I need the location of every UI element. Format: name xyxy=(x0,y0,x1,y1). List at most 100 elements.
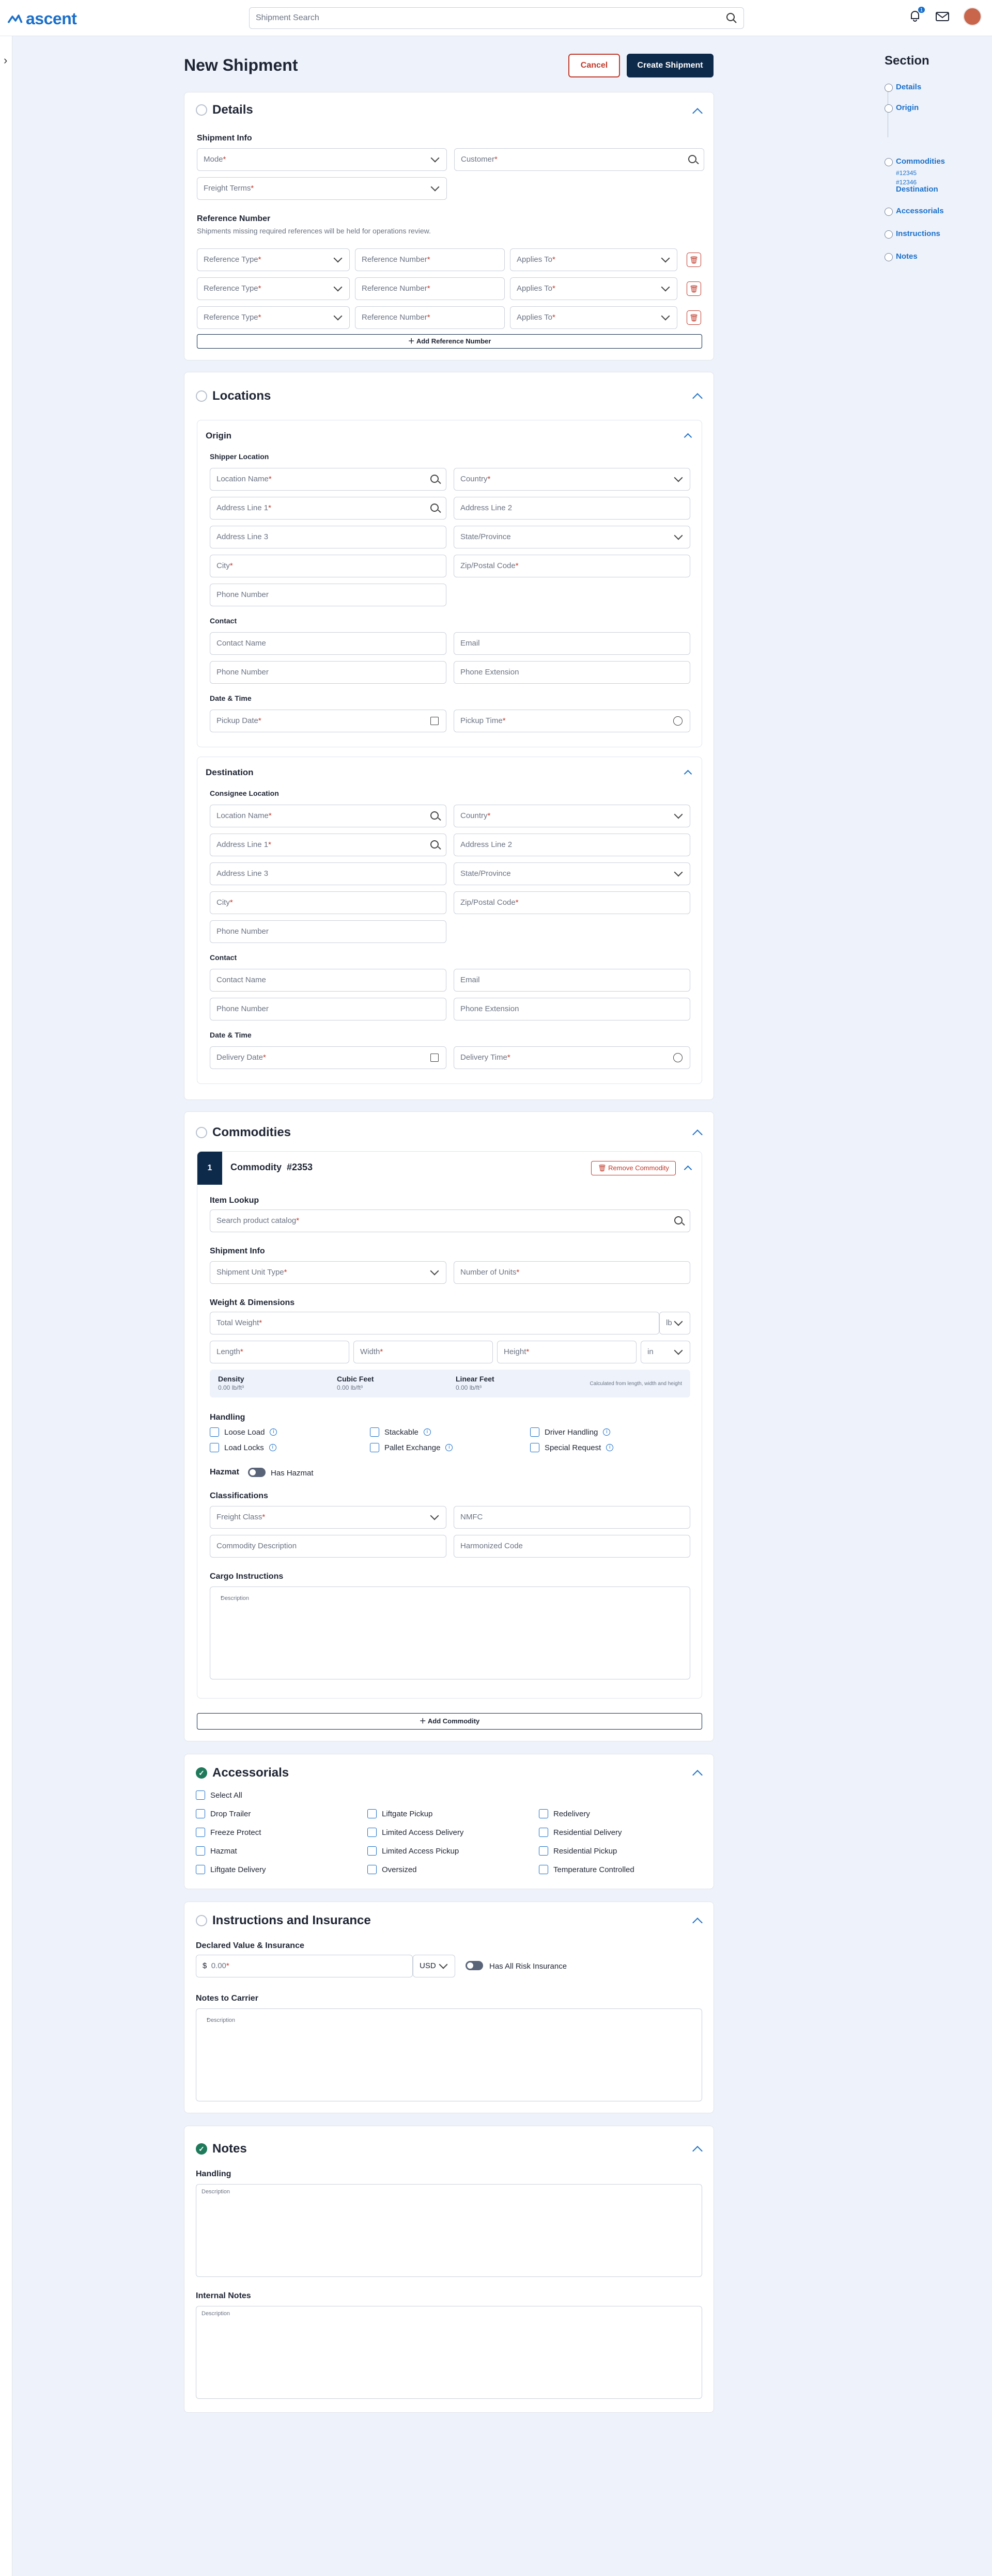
country-select[interactable]: Country* xyxy=(454,805,690,827)
app-logo[interactable]: ascent xyxy=(7,9,77,28)
weight-unit-select[interactable]: lb xyxy=(659,1312,690,1334)
accessorial-liftgate-pickup-checkbox[interactable]: Liftgate Pickup xyxy=(367,1809,432,1818)
locations-header[interactable]: Locations xyxy=(196,389,271,403)
contact-phone-input[interactable]: Phone Number xyxy=(210,661,446,684)
details-header[interactable]: Details xyxy=(196,103,253,117)
phone-number-input[interactable]: Phone Number xyxy=(210,920,446,943)
mode-select[interactable]: Mode* xyxy=(197,148,447,171)
reference-type-select[interactable]: Reference Type* xyxy=(197,277,350,300)
nav-item-accessorials[interactable]: Accessorials xyxy=(885,207,944,218)
city-input[interactable]: City* xyxy=(210,891,446,914)
handling-special-request-checkbox[interactable]: Special Request i xyxy=(530,1443,614,1452)
city-input[interactable]: City* xyxy=(210,555,446,577)
collapse-instructions-chevron-icon[interactable] xyxy=(692,1915,704,1926)
harmonized-code-input[interactable]: Harmonized Code xyxy=(454,1535,690,1558)
zip-input[interactable]: Zip/Postal Code* xyxy=(454,555,690,577)
address-line-3-input[interactable]: Address Line 3 xyxy=(210,526,446,548)
address-line-3-input[interactable]: Address Line 3 xyxy=(210,862,446,885)
clock-icon[interactable] xyxy=(673,716,683,726)
reference-number-input[interactable]: Reference Number* xyxy=(355,277,505,300)
currency-select[interactable]: USD xyxy=(413,1955,455,1977)
height-input[interactable]: Height* xyxy=(497,1341,637,1363)
search-icon[interactable] xyxy=(430,504,439,512)
search-icon[interactable] xyxy=(674,1216,683,1224)
applies-to-select[interactable]: Applies To* xyxy=(510,277,677,300)
accessorial-liftgate-delivery-checkbox[interactable]: Liftgate Delivery xyxy=(196,1865,266,1874)
email-input[interactable]: Email xyxy=(454,632,690,655)
accessorial-limited-access-delivery-checkbox[interactable]: Limited Access Delivery xyxy=(367,1828,463,1837)
reference-type-select[interactable]: Reference Type* xyxy=(197,306,350,329)
user-avatar[interactable] xyxy=(963,7,982,26)
contact-name-input[interactable]: Contact Name xyxy=(210,632,446,655)
handling-pallet-exchange-checkbox[interactable]: Pallet Exchange i xyxy=(370,1443,453,1452)
location-name-input[interactable]: Location Name* xyxy=(210,468,446,491)
applies-to-select[interactable]: Applies To* xyxy=(510,248,677,271)
contact-phone-input[interactable]: Phone Number xyxy=(210,998,446,1020)
collapse-details-chevron-icon[interactable] xyxy=(692,106,704,116)
address-line-2-input[interactable]: Address Line 2 xyxy=(454,497,690,520)
collapse-destination-chevron-icon[interactable] xyxy=(684,768,692,777)
calendar-icon[interactable] xyxy=(430,717,439,725)
address-line-1-input[interactable]: Address Line 1* xyxy=(210,497,446,520)
length-input[interactable]: Length* xyxy=(210,1341,349,1363)
search-icon[interactable] xyxy=(726,12,737,24)
nav-item-origin[interactable]: Origin xyxy=(885,103,919,115)
declared-value-input[interactable]: $ 0.00* xyxy=(196,1955,413,1977)
nav-item-instructions[interactable]: Instructions xyxy=(885,229,940,241)
phone-extension-input[interactable]: Phone Extension xyxy=(454,661,690,684)
zip-input[interactable]: Zip/Postal Code* xyxy=(454,891,690,914)
accessorial-residential-delivery-checkbox[interactable]: Residential Delivery xyxy=(539,1828,622,1837)
notes-to-carrier-textarea[interactable]: Description * xyxy=(196,2008,702,2101)
email-input[interactable]: Email xyxy=(454,969,690,992)
contact-name-input[interactable]: Contact Name xyxy=(210,969,446,992)
handling-notes-textarea[interactable]: Description xyxy=(196,2184,702,2277)
nmfc-input[interactable]: NMFC xyxy=(454,1506,690,1529)
number-of-units-input[interactable]: Number of Units* xyxy=(454,1261,690,1284)
handling-stackable-checkbox[interactable]: Stackable i xyxy=(370,1427,431,1437)
accessorial-limited-access-pickup-checkbox[interactable]: Limited Access Pickup xyxy=(367,1846,459,1856)
accessorial-residential-pickup-checkbox[interactable]: Residential Pickup xyxy=(539,1846,617,1856)
customer-input[interactable]: Customer* xyxy=(454,148,704,171)
nav-item-details[interactable]: Details xyxy=(885,83,921,94)
create-shipment-button[interactable]: Create Shipment xyxy=(627,54,714,77)
notes-header[interactable]: ✓ Notes xyxy=(196,2142,247,2156)
handling-load-locks-checkbox[interactable]: Load Locks i xyxy=(210,1443,276,1452)
nav-item-commodities[interactable]: Commodities xyxy=(885,157,945,168)
accessorial-oversized-checkbox[interactable]: Oversized xyxy=(367,1865,417,1874)
expand-sidebar-chevron-icon[interactable]: › xyxy=(4,54,7,67)
state-select[interactable]: State/Province xyxy=(454,862,690,885)
pickup-time-input[interactable]: Pickup Time* xyxy=(454,710,690,732)
freight-terms-select[interactable]: Freight Terms* xyxy=(197,177,447,200)
collapse-notes-chevron-icon[interactable] xyxy=(692,2144,704,2154)
search-icon[interactable] xyxy=(430,811,439,820)
phone-extension-input[interactable]: Phone Extension xyxy=(454,998,690,1020)
nav-sub-commodity-1[interactable]: #12345 xyxy=(885,169,917,177)
add-reference-number-button[interactable]: ＋ Add Reference Number xyxy=(197,334,702,349)
delete-reference-trash-icon[interactable]: 🗑 xyxy=(687,281,701,296)
delete-reference-trash-icon[interactable]: 🗑 xyxy=(687,253,701,267)
reference-number-input[interactable]: Reference Number* xyxy=(355,248,505,271)
accessorial-redelivery-checkbox[interactable]: Redelivery xyxy=(539,1809,590,1818)
hazmat-toggle[interactable] xyxy=(248,1468,266,1477)
collapse-origin-chevron-icon[interactable] xyxy=(684,432,692,440)
pickup-date-input[interactable]: Pickup Date* xyxy=(210,710,446,732)
applies-to-select[interactable]: Applies To* xyxy=(510,306,677,329)
delivery-time-input[interactable]: Delivery Time* xyxy=(454,1046,690,1069)
handling-driver-handling-checkbox[interactable]: Driver Handling i xyxy=(530,1427,611,1437)
shipment-search-input[interactable]: Shipment Search xyxy=(249,7,744,29)
cargo-instructions-textarea[interactable]: Description * xyxy=(210,1587,690,1679)
freight-class-select[interactable]: Freight Class* xyxy=(210,1506,446,1529)
location-name-input[interactable]: Location Name* xyxy=(210,805,446,827)
commodities-header[interactable]: Commodities xyxy=(196,1125,291,1140)
state-select[interactable]: State/Province xyxy=(454,526,690,548)
add-commodity-button[interactable]: ＋ Add Commodity xyxy=(197,1713,702,1730)
delete-reference-trash-icon[interactable]: 🗑 xyxy=(687,310,701,325)
nav-item-destination[interactable]: Destination xyxy=(885,185,938,194)
search-icon[interactable] xyxy=(688,155,696,163)
instructions-header[interactable]: Instructions and Insurance xyxy=(196,1913,371,1928)
accessorial-drop-trailer-checkbox[interactable]: Drop Trailer xyxy=(196,1809,251,1818)
clock-icon[interactable] xyxy=(673,1053,683,1062)
handling-loose-load-checkbox[interactable]: Loose Load i xyxy=(210,1427,277,1437)
reference-number-input[interactable]: Reference Number* xyxy=(355,306,505,329)
collapse-locations-chevron-icon[interactable] xyxy=(692,391,704,401)
